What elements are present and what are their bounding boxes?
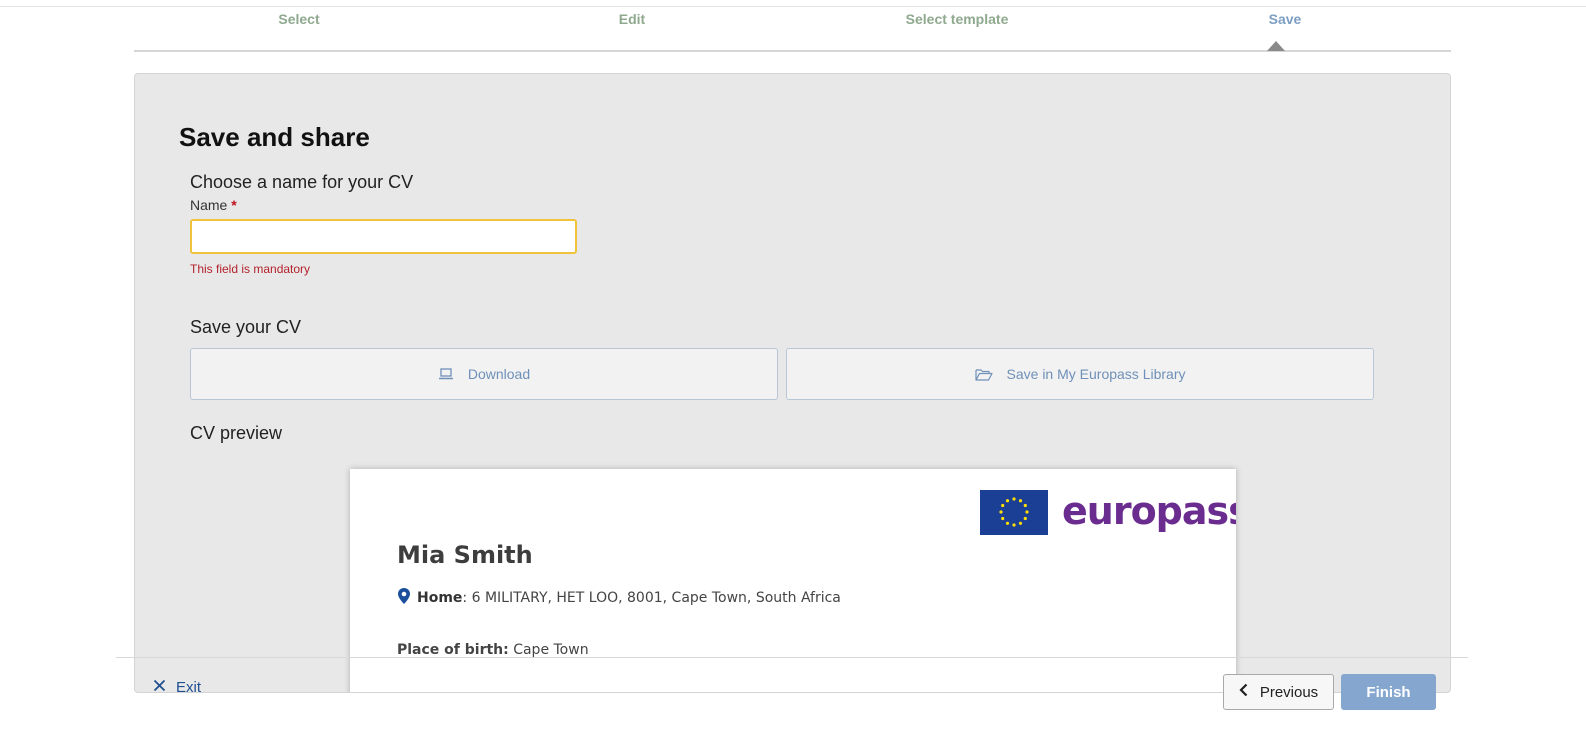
name-error-message: This field is mandatory [190,262,311,276]
exit-label: Exit [176,679,202,696]
step-edit[interactable]: Edit [619,11,645,27]
download-button[interactable]: Download [190,348,778,400]
birth-label: Place of birth: [397,642,509,658]
location-pin-icon [397,587,411,609]
step-select[interactable]: Select [278,11,319,27]
exit-button[interactable]: Exit [153,679,201,696]
address-value: : 6 MILITARY, HET LOO, 8001, Cape Town, … [462,590,841,606]
download-label: Download [467,366,531,382]
save-library-button[interactable]: Save in My Europass Library [786,348,1374,400]
progress-stepper: Select Edit Select template Save [134,0,1451,52]
save-section-heading: Save your CV [190,317,302,337]
address-label: Home [417,590,463,606]
birth-value: Cape Town [513,642,589,658]
chevron-left-icon [1239,683,1248,701]
europass-logo-text: europass [1062,489,1236,533]
step-save: Save [1268,11,1302,27]
folder-open-icon [974,368,993,381]
previous-label: Previous [1259,683,1319,701]
cv-preview-document: europass Mia Smith Home: 6 MILITARY, HET… [350,469,1236,692]
save-library-label: Save in My Europass Library [1006,366,1186,382]
cv-person-name: Mia Smith [397,541,533,569]
step-select-template[interactable]: Select template [906,11,1009,27]
footer-divider [116,657,1468,658]
name-field-label: Name * [190,197,237,213]
close-icon [153,679,166,696]
cv-place-of-birth: Place of birth: Cape Town [397,642,589,658]
cv-preview-heading: CV preview [190,423,283,443]
cv-address: Home: 6 MILITARY, HET LOO, 8001, Cape To… [397,587,841,609]
save-share-panel: Save and share Choose a name for your CV… [134,73,1451,693]
page-title: Save and share [179,122,370,152]
previous-button[interactable]: Previous [1223,674,1334,710]
laptop-icon [438,368,454,380]
active-step-indicator [1267,41,1285,51]
finish-button[interactable]: Finish [1341,674,1436,710]
name-section-heading: Choose a name for your CV [190,172,414,192]
cv-name-input[interactable] [190,219,577,254]
eu-flag-logo [980,490,1048,535]
required-marker: * [231,197,237,213]
